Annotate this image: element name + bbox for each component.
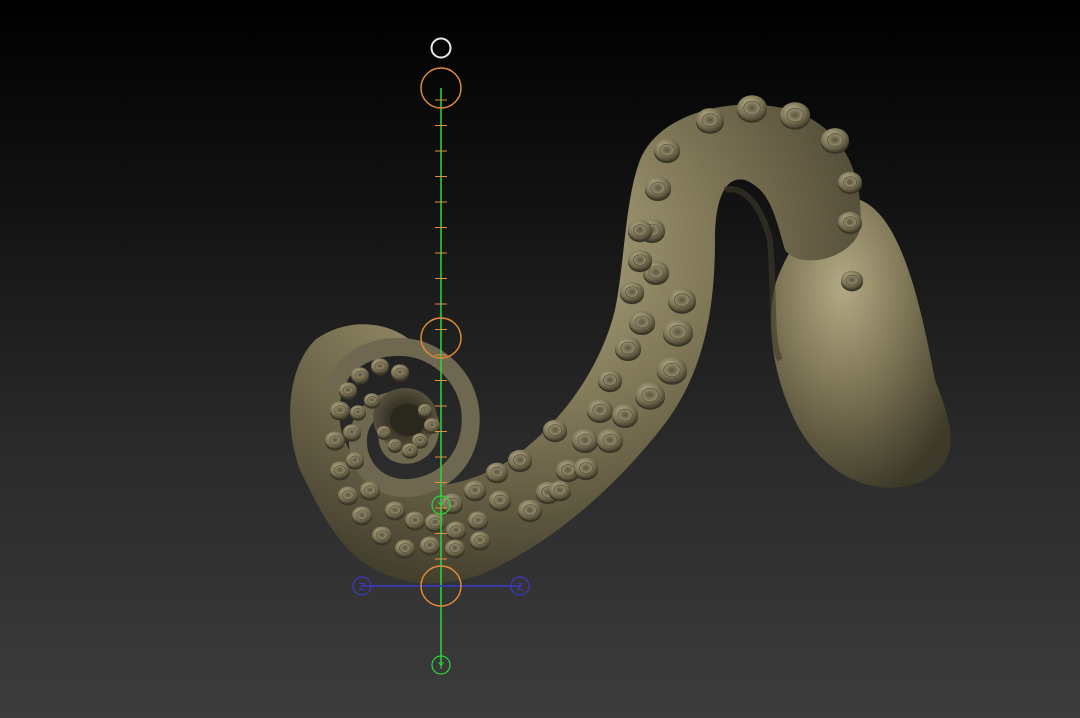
sucker-cup (354, 370, 366, 380)
arch-shadow (724, 186, 783, 362)
sucker-cup (548, 424, 563, 436)
sucker-cup (743, 100, 761, 116)
sucker-cup (420, 406, 430, 414)
sucker-cup (826, 133, 844, 147)
sucker-cup (701, 113, 719, 127)
sucker-cup (374, 361, 386, 371)
sucker-cup (579, 462, 594, 474)
sucker-cup (415, 435, 425, 444)
zbrush-3d-viewport[interactable]: Y Y Z Z (0, 0, 1080, 718)
transpose-top-handle-icon[interactable] (430, 37, 452, 59)
sucker-cup (424, 540, 436, 550)
sucker-cup (592, 403, 608, 417)
sucker-cup (843, 216, 858, 228)
sucker-cup (603, 374, 618, 386)
sucker-cup (669, 324, 687, 340)
sucker-cup (474, 535, 486, 545)
sucker-cup (641, 387, 659, 403)
y-axis-label-top: Y (437, 501, 445, 512)
viewport-canvas[interactable]: Y Y Z Z (0, 0, 1080, 718)
sucker-cup (659, 143, 675, 157)
sucker-cup (633, 254, 648, 266)
sucker-cup (329, 435, 341, 445)
sucker-cup (625, 286, 640, 298)
sucker-cup (577, 433, 593, 447)
sucker-cup (634, 315, 650, 329)
sucker-cup (342, 385, 354, 395)
sucker-cup (353, 407, 363, 416)
sucker-cup (379, 428, 389, 436)
sucker-cup (390, 441, 400, 449)
sucker-cup (633, 224, 648, 236)
z-axis-label-left: Z (359, 582, 366, 593)
sucker-cup (367, 395, 377, 404)
sucker-cup (663, 362, 681, 378)
sucker-cup (617, 408, 633, 422)
z-axis-label-right: Z (517, 582, 524, 593)
sucker-cup (334, 465, 346, 475)
sucker-cup (493, 494, 507, 506)
sucker-cup (405, 445, 415, 454)
sucker-cup (450, 525, 462, 535)
sucker-cup (399, 543, 411, 553)
sucker-cup (342, 490, 354, 500)
sucker-cup (394, 367, 406, 377)
sucker-cup (513, 454, 528, 466)
sucker-cup (427, 420, 437, 429)
sucker-cup (346, 427, 358, 437)
sucker-cup (468, 484, 482, 496)
sucker-cup (349, 455, 361, 465)
sucker-cup (490, 466, 504, 478)
sucker-cup (472, 515, 484, 525)
sucker-cup (561, 464, 576, 476)
sucker-cup (334, 405, 346, 415)
sucker-cup (389, 505, 401, 515)
sucker-cup (553, 484, 567, 496)
sucker-cup (523, 504, 538, 516)
sucker-cup (364, 485, 376, 495)
sucker-cup (376, 530, 388, 540)
sucker-cup (356, 510, 368, 520)
sucker-cup (602, 433, 618, 447)
sucker-cup (843, 176, 858, 188)
sucker-cup (449, 543, 461, 553)
sucker-cup (650, 181, 666, 195)
sucker-cup (648, 265, 664, 279)
sucker-cup (673, 293, 691, 307)
sucker-cup (409, 515, 421, 525)
y-axis-label-bottom: Y (437, 661, 445, 672)
sucker-cup (429, 517, 441, 527)
sucker-cup (620, 341, 636, 355)
sucker-cup (845, 274, 859, 286)
sucker-cup (786, 107, 804, 123)
